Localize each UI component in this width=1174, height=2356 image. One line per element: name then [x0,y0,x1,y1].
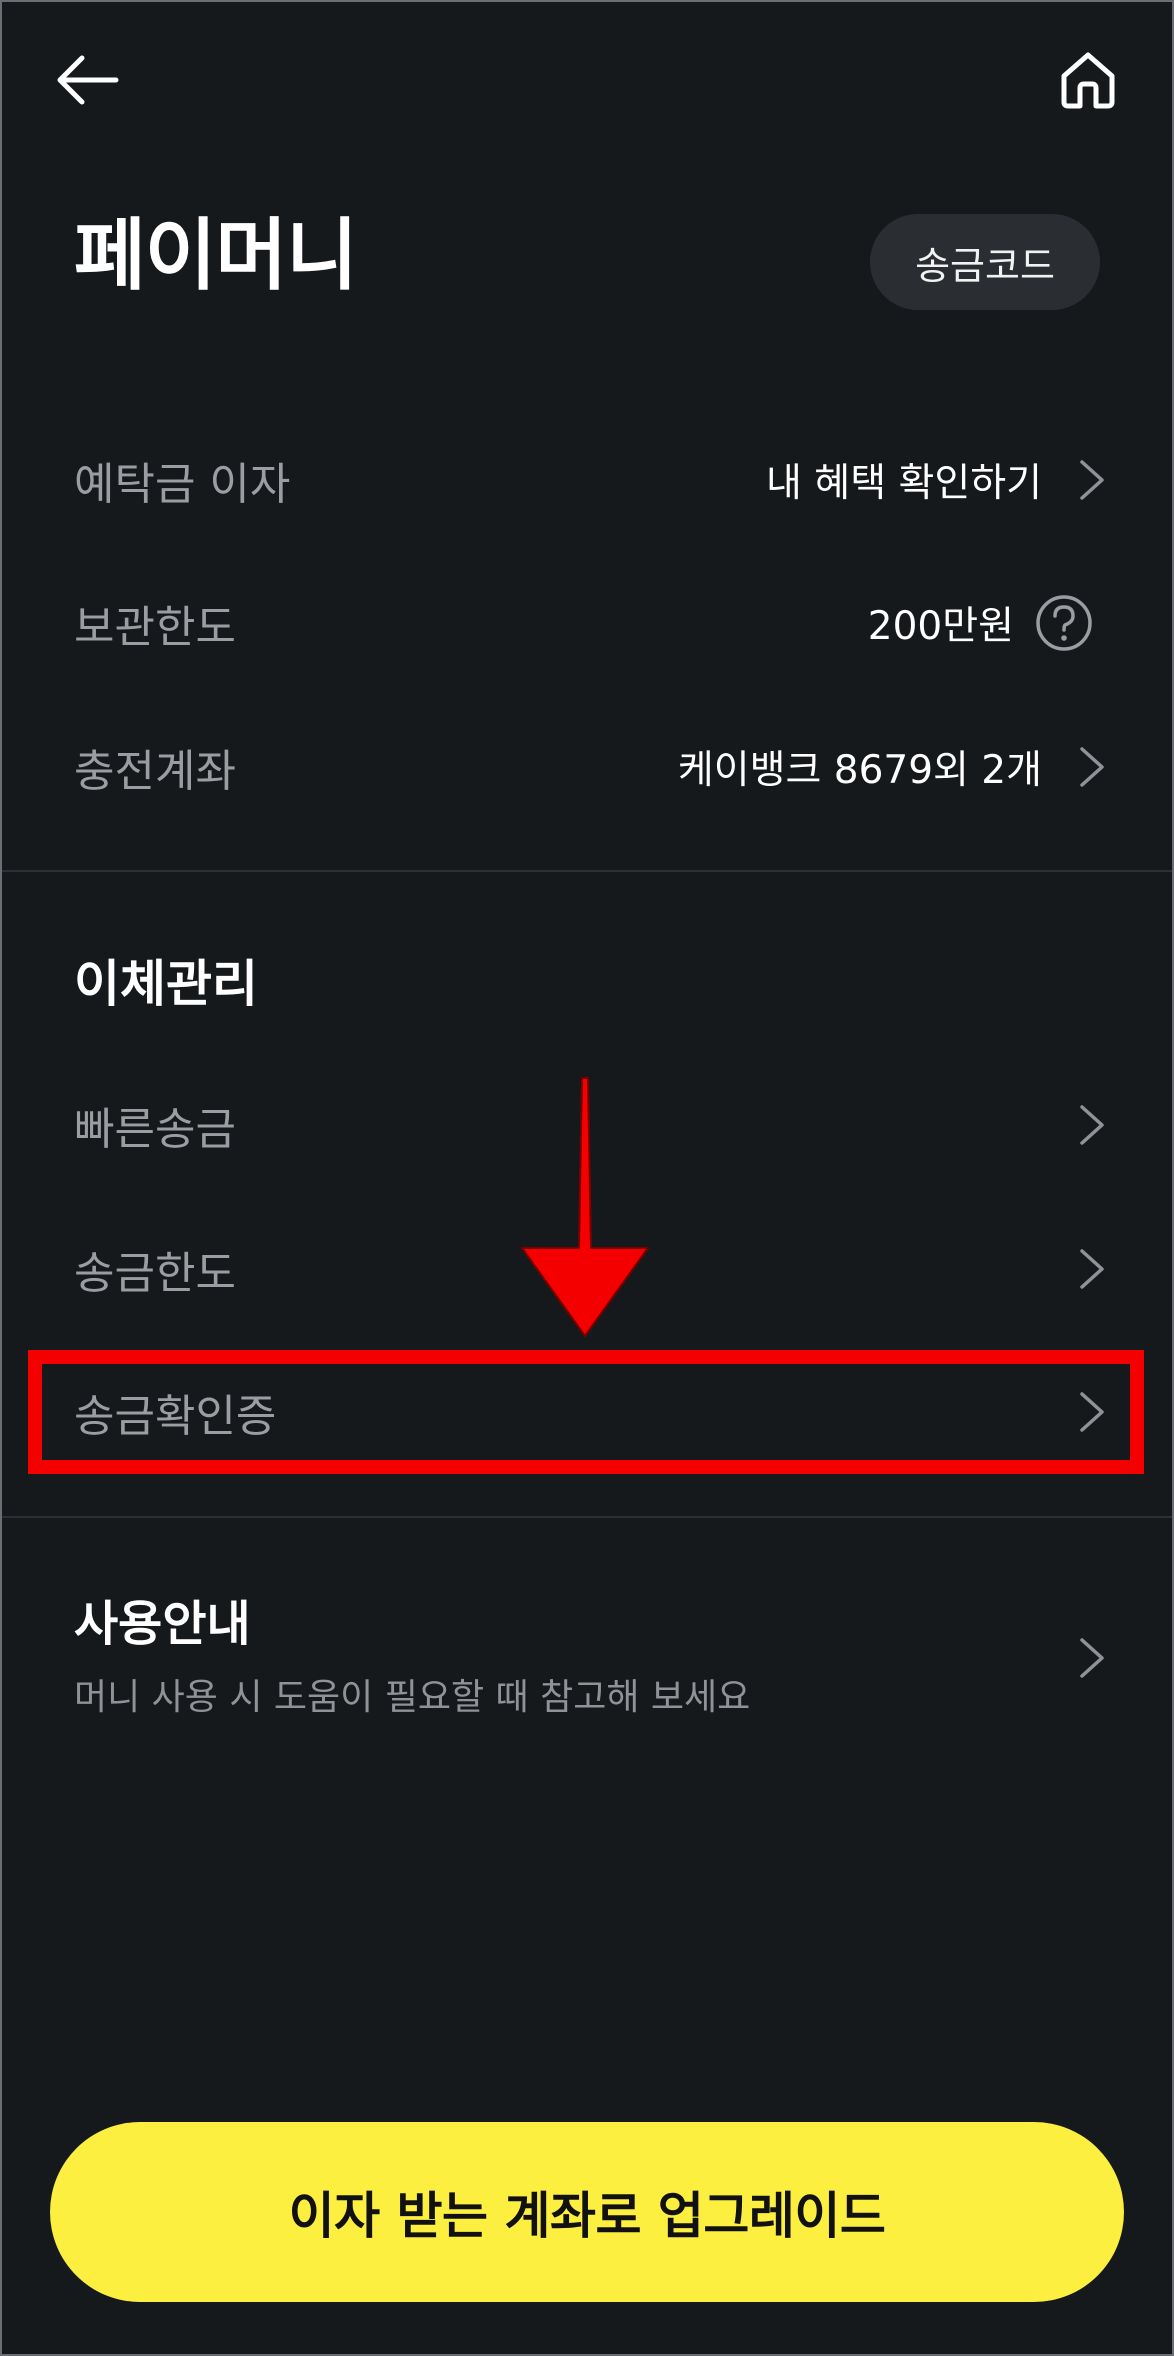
transfer-receipt-row[interactable]: 송금확인증 [0,1347,1174,1477]
annotation-arrow [521,1077,649,1337]
charge-account-value: 케이뱅크 8679외 2개 [677,748,1042,793]
arrow-left-icon [57,55,119,105]
interest-label: 예탁금 이자 [74,459,291,510]
transfer-receipt-label: 송금확인증 [74,1391,277,1442]
storage-limit-label: 보관한도 [74,602,236,653]
storage-limit-row: 보관한도 200만원 [0,558,1174,688]
back-button[interactable] [42,40,132,120]
divider [0,870,1174,872]
chevron-right-icon [1080,1638,1104,1678]
chevron-right-icon [1080,460,1104,500]
upgrade-account-button[interactable]: 이자 받는 계좌로 업그레이드 [50,2122,1124,2302]
divider [0,1516,1174,1518]
quick-transfer-label: 빠른송금 [74,1104,236,1155]
interest-row[interactable]: 예탁금 이자 내 혜택 확인하기 [0,415,1174,545]
chevron-right-icon [1080,747,1104,787]
chevron-right-icon [1080,1249,1104,1289]
help-icon[interactable] [1034,593,1094,653]
transfer-section-title: 이체관리 [74,955,258,1013]
charge-account-row[interactable]: 충전계좌 케이뱅크 8679외 2개 [0,702,1174,832]
usage-guide-title: 사용안내 [74,1596,251,1652]
chevron-right-icon [1080,1392,1104,1432]
chevron-right-icon [1080,1105,1104,1145]
page-title: 페이머니 [74,211,358,301]
storage-limit-value: 200만원 [867,604,1014,649]
usage-guide-subtitle: 머니 사용 시 도움이 필요할 때 참고해 보세요 [74,1677,751,1718]
transfer-limit-label: 송금한도 [74,1248,236,1299]
home-button[interactable] [1040,36,1136,124]
interest-value: 내 혜택 확인하기 [766,461,1042,506]
remit-code-button[interactable]: 송금코드 [870,214,1100,310]
home-icon [1061,52,1115,109]
charge-account-label: 충전계좌 [74,746,236,797]
